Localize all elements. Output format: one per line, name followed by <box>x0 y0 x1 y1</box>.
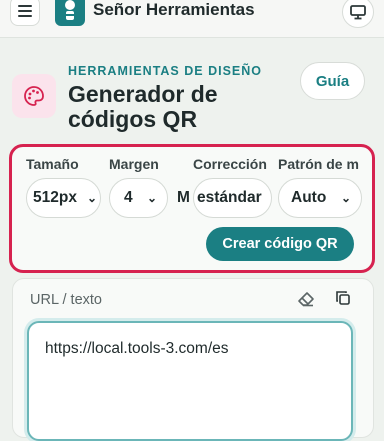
category-eyebrow: HERRAMIENTAS DE DISEÑO <box>68 64 263 78</box>
input-panel: URL / texto https://local.tools-3.com/es <box>12 278 374 441</box>
size-label: Tamaño <box>26 156 79 172</box>
error-level-select[interactable]: M <box>177 178 193 218</box>
correction-value: estándar <box>197 189 262 206</box>
pattern-value: Auto <box>291 189 327 206</box>
guide-button[interactable]: Guía <box>300 62 365 100</box>
palette-icon <box>24 86 44 106</box>
qr-options-panel: Tamaño 512px ⌄ Margen 4 ⌄ M Corrección e… <box>9 144 375 273</box>
menu-icon <box>18 5 32 17</box>
correction-select[interactable]: estándar <box>193 178 272 218</box>
pattern-label: Patrón de m <box>278 156 359 172</box>
copy-icon[interactable] <box>333 288 353 308</box>
url-textarea[interactable]: https://local.tools-3.com/es <box>27 321 353 441</box>
pattern-select[interactable]: Auto ⌄ <box>278 178 362 218</box>
margin-value: 4 <box>124 189 133 206</box>
error-level-value: M <box>177 189 190 206</box>
page-title: Generador de códigos QR <box>68 81 218 132</box>
monitor-icon <box>350 4 366 19</box>
display-toggle-button[interactable] <box>342 0 374 28</box>
palette-icon-tile <box>12 74 56 118</box>
url-text-label: URL / texto <box>30 292 102 308</box>
margin-label: Margen <box>109 156 159 172</box>
brand-name[interactable]: Señor Herramientas <box>93 0 255 20</box>
chevron-down-icon: ⌄ <box>86 191 97 205</box>
menu-button[interactable] <box>10 0 40 26</box>
margin-select[interactable]: 4 ⌄ <box>109 178 168 218</box>
size-value: 512px <box>33 189 77 206</box>
size-select[interactable]: 512px ⌄ <box>26 178 101 218</box>
create-qr-button[interactable]: Crear código QR <box>206 227 354 261</box>
correction-label: Corrección <box>193 156 267 172</box>
chevron-down-icon: ⌄ <box>146 191 157 205</box>
chevron-down-icon: ⌄ <box>340 191 351 205</box>
eraser-icon[interactable] <box>296 289 316 309</box>
app-header: Señor Herramientas <box>0 0 384 38</box>
logo-icon[interactable] <box>55 0 85 26</box>
